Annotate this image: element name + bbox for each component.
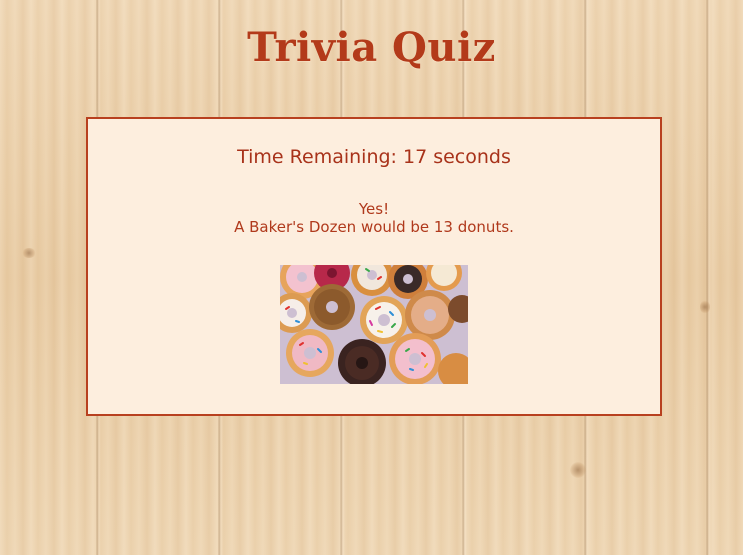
time-remaining-label: Time Remaining: 17 seconds xyxy=(237,146,511,168)
page-title: Trivia Quiz xyxy=(247,24,496,71)
answer-result-text: Yes! xyxy=(358,200,390,218)
wood-knot xyxy=(570,462,586,478)
wood-knot xyxy=(700,300,710,314)
answer-explanation-text: A Baker's Dozen would be 13 donuts. xyxy=(234,218,514,236)
wood-knot xyxy=(22,248,36,258)
donuts-illustration xyxy=(280,265,468,384)
donuts-image xyxy=(280,265,468,384)
quiz-card: Time Remaining: 17 seconds Yes! A Baker'… xyxy=(86,117,662,416)
